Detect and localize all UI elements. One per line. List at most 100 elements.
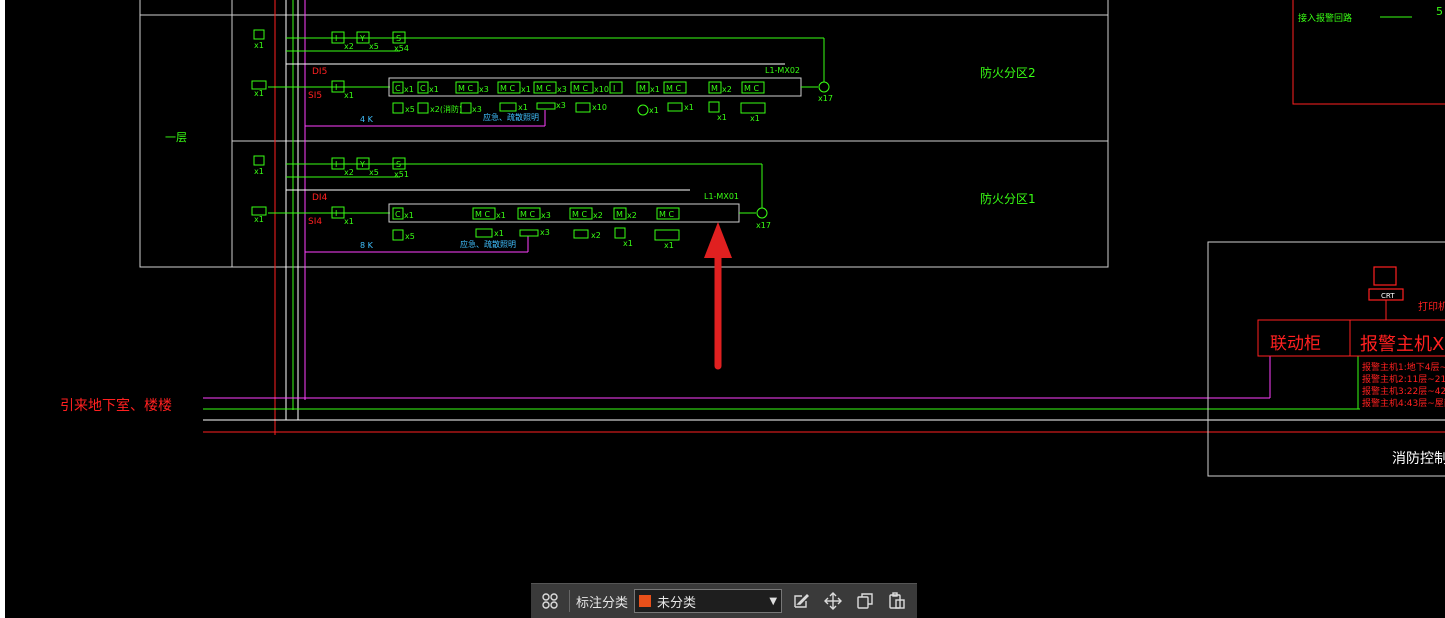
svg-text:x1: x1 [344,217,354,226]
svg-text:x1: x1 [254,41,264,50]
svg-text:x1: x1 [344,91,354,100]
svg-text:x17: x17 [818,94,833,103]
z1-shutter-icon [573,229,589,239]
category-dropdown[interactable]: 未分类 ▼ [634,589,783,613]
annotation-arrow[interactable] [704,222,732,370]
svg-text:S: S [396,160,401,169]
svg-text:x54: x54 [394,44,409,53]
svg-text:M: M [711,84,718,93]
z2-smoke-icon [392,102,404,114]
svg-text:M C: M C [744,84,759,93]
z2-jl-icon [460,102,472,114]
zone1-module-tag: L1-MX01 [704,192,739,201]
svg-text:x2: x2 [722,85,732,94]
alarm-host-line4: 报警主机4:43层~屋面 [1362,397,1445,409]
svg-text:x5: x5 [405,232,415,241]
svg-text:x17: x17 [756,221,771,230]
svg-text:x3: x3 [472,105,482,114]
z1-elevator-icon [654,229,680,241]
svg-text:x1: x1 [623,239,633,248]
svg-text:x5: x5 [369,168,379,177]
crt-label: CRT [1381,292,1395,300]
z2-phone-icon [253,29,265,40]
svg-text:M C: M C [475,210,490,219]
z1-smoke-icon [392,229,404,241]
zone2-label: 防火分区2 [980,65,1036,80]
svg-text:x2: x2 [627,211,637,220]
toolbar-divider [569,590,570,612]
svg-text:x1: x1 [404,85,414,94]
svg-text:x1: x1 [518,103,528,112]
svg-text:x1: x1 [664,241,674,250]
svg-text:M C: M C [659,210,674,219]
svg-text:M C: M C [500,84,515,93]
svg-text:x1: x1 [429,85,439,94]
control-room-frame [1207,241,1445,477]
cad-drawing-canvas[interactable]: 一层 防火分区2 防火分区1 L1-MX02 L1-MX01 DI5 SI5 D… [0,0,1445,618]
svg-text:C: C [395,84,401,93]
zone2-di: DI5 [312,67,327,77]
svg-text:x2: x2 [591,231,601,240]
alarm-host-line2: 报警主机2:11层~21层 [1362,373,1445,385]
svg-text:S: S [396,34,401,43]
svg-text:x1: x1 [494,229,504,238]
top-right-digit: 5 [1436,5,1443,18]
paste-icon[interactable] [884,588,910,614]
basement-label: 引来地下室、楼楼 [60,397,172,414]
svg-text:x10: x10 [594,85,609,94]
svg-text:M: M [639,84,646,93]
category-color-swatch [639,595,652,607]
svg-text:I: I [335,160,337,169]
svg-text:x2(消防): x2(消防) [430,104,462,114]
zone1-bus: 8 K [360,241,374,250]
svg-text:x1: x1 [254,167,264,176]
z2-symbols [251,29,830,116]
grid-icon[interactable] [537,588,563,614]
svg-text:I: I [335,34,337,43]
svg-text:x1: x1 [254,215,264,224]
svg-text:x1: x1 [404,211,414,220]
svg-text:x2: x2 [344,168,354,177]
svg-text:x1: x1 [496,211,506,220]
svg-text:C: C [395,210,401,219]
z1-light-icon [519,229,539,237]
edit-icon[interactable] [788,588,814,614]
z1-symbols [251,155,768,241]
z2-valve-icon [708,101,720,113]
svg-text:x5: x5 [369,42,379,51]
control-room-label: 消防控制 [1392,451,1445,467]
zone1-di: DI4 [312,193,328,203]
z1-module-box [388,203,740,223]
zone2-lighting-note: 应急、疏散照明 [483,112,539,122]
z2-pump-icon [637,104,649,116]
z1-valve-icon [614,227,626,239]
zone1-label: 防火分区1 [980,191,1036,206]
z2-heat-icon [417,102,429,114]
svg-text:x2: x2 [593,211,603,220]
z2-damper-icon [499,102,517,112]
z1-damper-icon [475,228,493,238]
alarm-host-line3: 报警主机3:22层~42 [1362,385,1445,397]
svg-text:x3: x3 [541,211,551,220]
svg-text:x5: x5 [405,105,415,114]
z2-fan-icon [575,102,591,113]
zone2-bus: 4 K [360,115,374,124]
z2-light-icon [536,102,556,110]
move-icon[interactable] [820,588,846,614]
svg-text:x51: x51 [394,170,409,179]
z2-shutter-icon [667,102,683,112]
svg-text:M C: M C [666,84,681,93]
svg-text:x1: x1 [650,85,660,94]
top-right-note: 接入报警回路 [1298,12,1352,24]
alarm-host-label: 报警主机X4 [1360,334,1445,355]
svg-text:M C: M C [458,84,473,93]
svg-text:M C: M C [520,210,535,219]
svg-text:x2: x2 [344,42,354,51]
svg-text:x3: x3 [479,85,489,94]
svg-text:M C: M C [536,84,551,93]
floor-frame [139,0,1109,268]
svg-text:x1: x1 [649,106,659,115]
svg-text:x3: x3 [540,228,550,237]
annotation-toolbar: 标注分类 未分类 ▼ [531,583,917,618]
copy-icon[interactable] [852,588,878,614]
